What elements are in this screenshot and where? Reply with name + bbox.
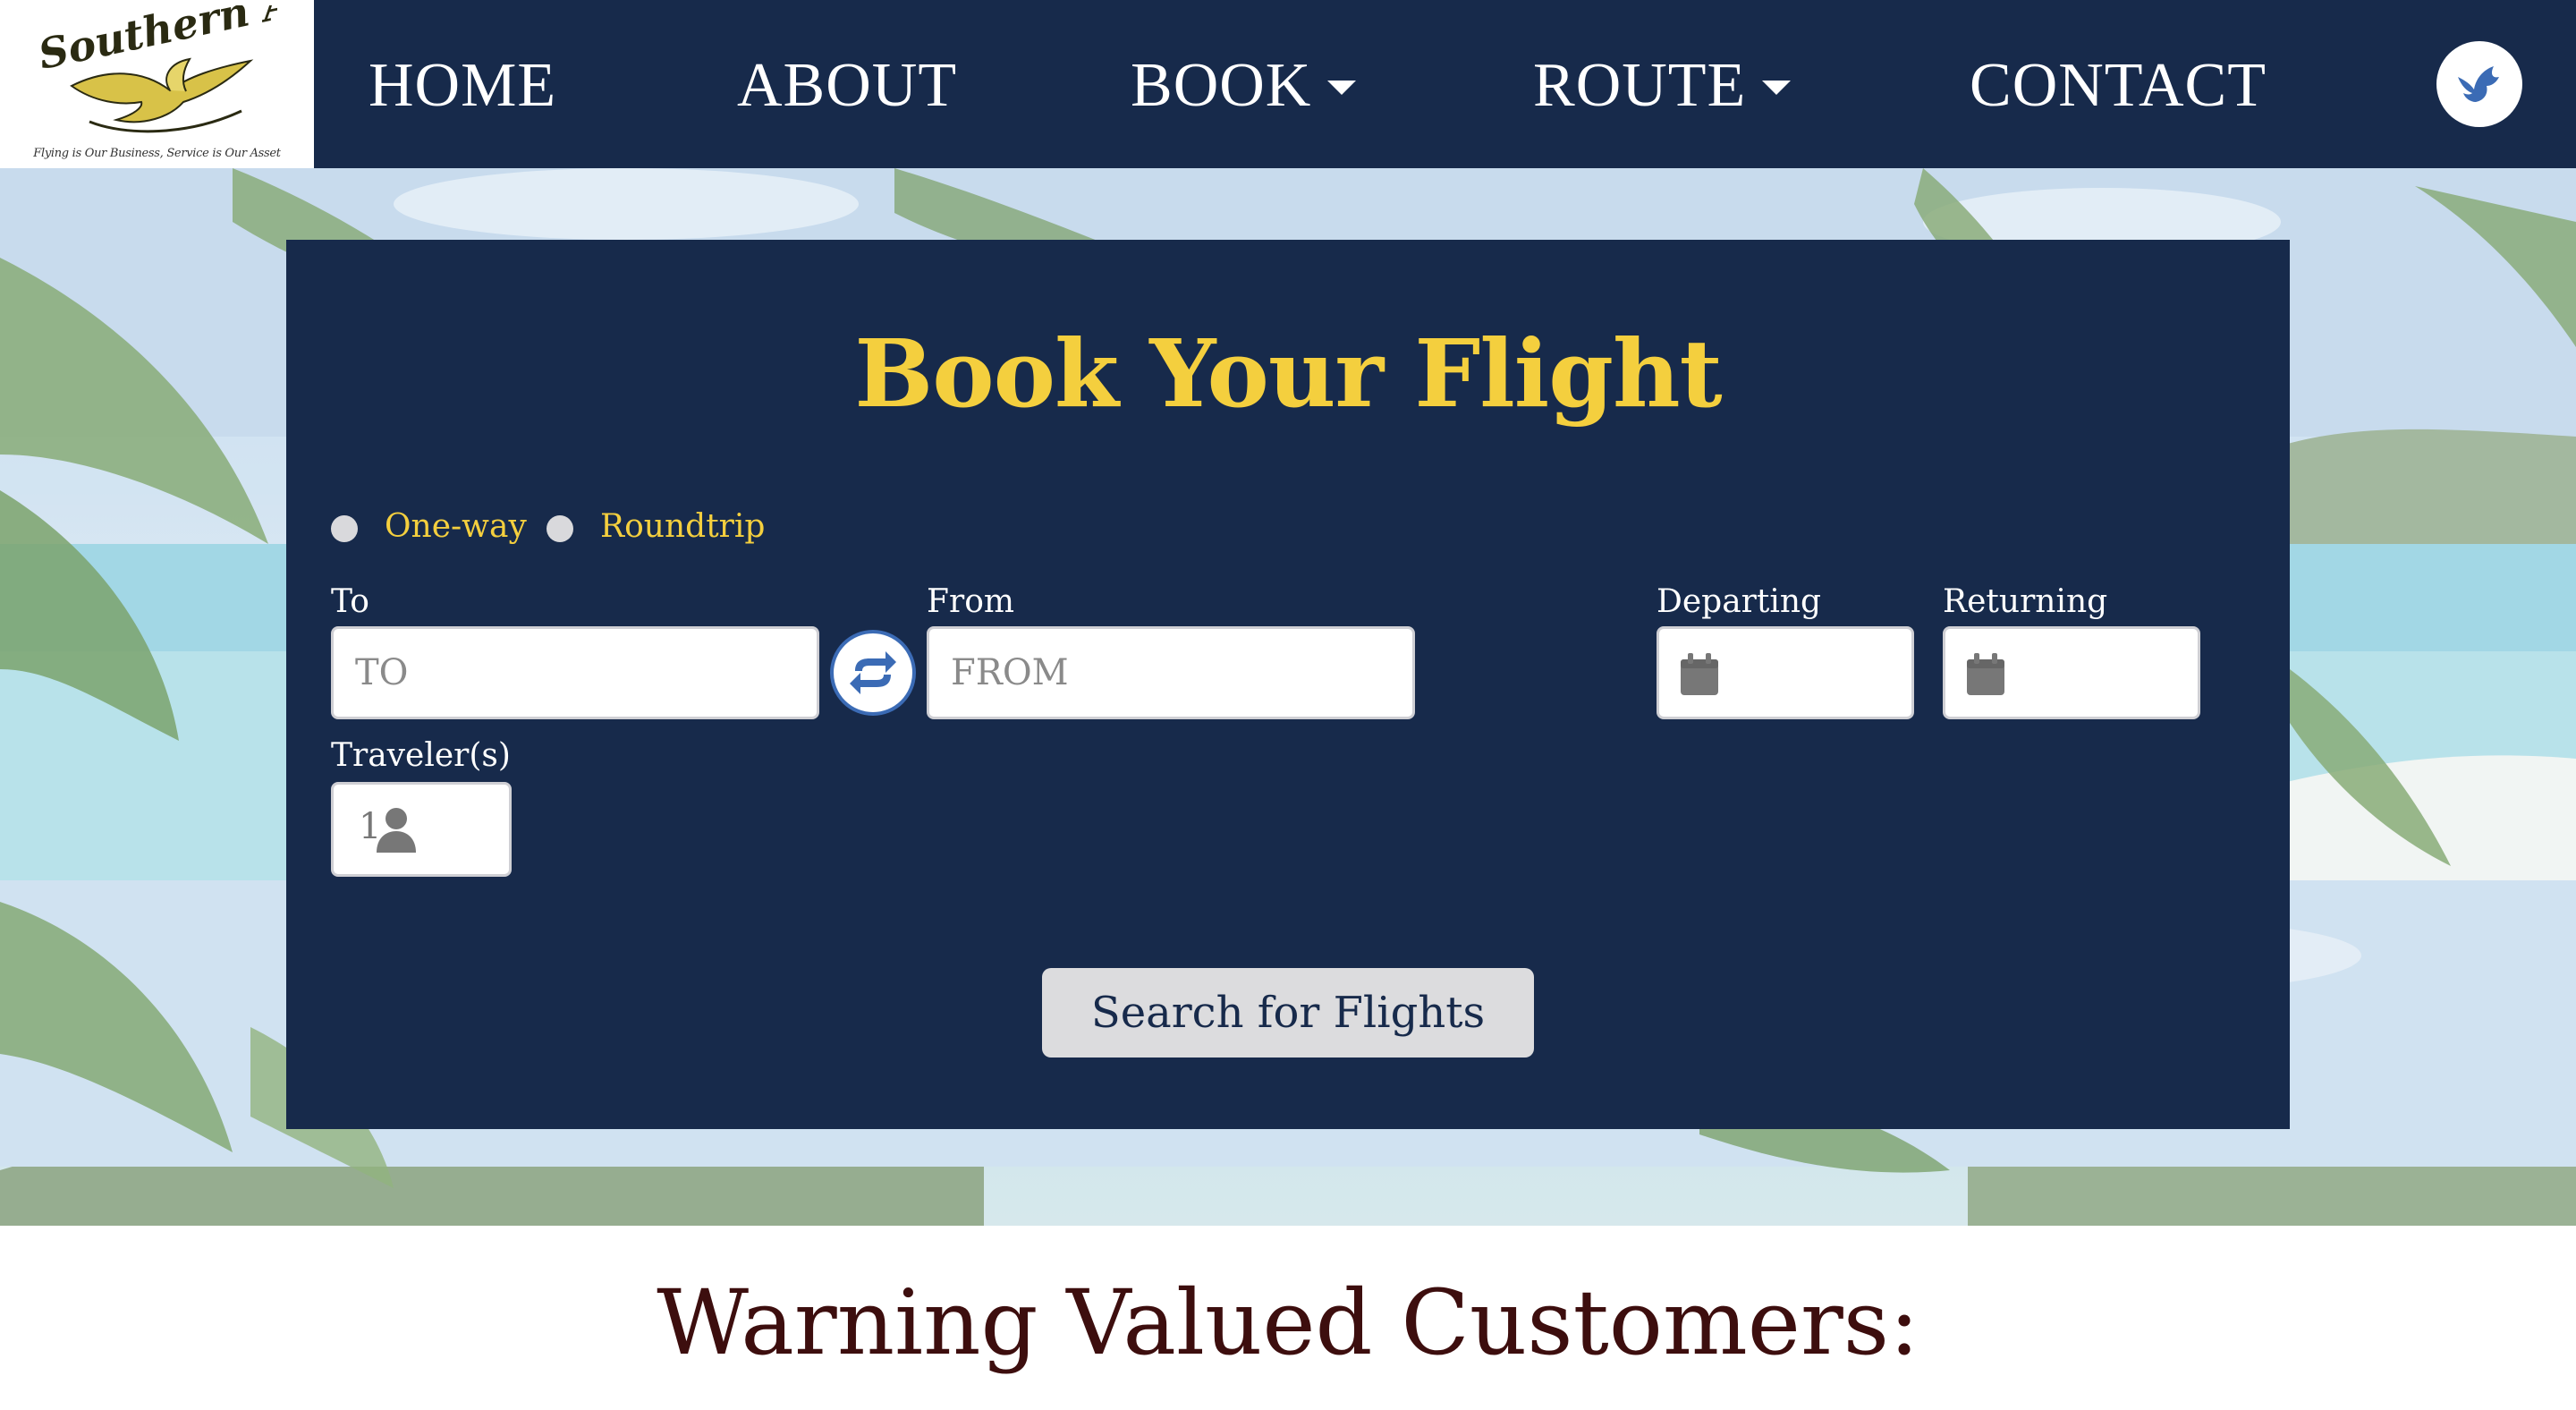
bird-icon xyxy=(2458,66,2499,102)
nav-route-label: ROUTE xyxy=(1533,51,1747,120)
returning-date-input[interactable] xyxy=(1943,626,2200,719)
top-nav: Southern Air Flying is Our Business, Ser… xyxy=(0,0,2576,168)
nav-contact-label: CONTACT xyxy=(1970,51,2267,120)
travelers-label: Traveler(s) xyxy=(331,737,511,774)
to-label: To xyxy=(331,583,369,620)
nav-route[interactable]: ROUTE xyxy=(1533,50,1792,122)
chevron-down-icon xyxy=(1762,80,1792,95)
logo-tagline: Flying is Our Business, Service is Our A… xyxy=(33,147,281,160)
logo-dove-icon: Southern Air xyxy=(36,5,277,133)
search-flights-button[interactable]: Search for Flights xyxy=(1042,968,1534,1058)
warning-heading: Warning Valued Customers: xyxy=(657,1270,1919,1375)
nav-home-label: HOME xyxy=(369,51,557,120)
departing-label: Departing xyxy=(1657,583,1822,620)
to-input[interactable] xyxy=(331,626,819,719)
nav-book[interactable]: BOOK xyxy=(1131,50,1357,122)
logo[interactable]: Southern Air Flying is Our Business, Ser… xyxy=(0,0,314,168)
nav-book-label: BOOK xyxy=(1131,51,1312,120)
social-button[interactable] xyxy=(2436,41,2522,127)
person-icon xyxy=(377,808,416,853)
radio-roundtrip[interactable] xyxy=(547,515,573,542)
returning-label: Returning xyxy=(1943,583,2108,620)
nav-about-label: ABOUT xyxy=(737,51,958,120)
swap-arrows-icon xyxy=(850,651,896,694)
radio-one-way[interactable] xyxy=(331,515,358,542)
booking-panel: Book Your Flight One-way Roundtrip To Fr… xyxy=(286,240,2290,1129)
calendar-icon xyxy=(1967,653,2004,695)
from-input[interactable] xyxy=(927,626,1415,719)
travelers-input[interactable]: 1 xyxy=(331,782,512,877)
radio-one-way-label[interactable]: One-way xyxy=(385,508,527,545)
nav-home[interactable]: HOME xyxy=(369,50,556,122)
nav-contact[interactable]: CONTACT xyxy=(1970,50,2267,122)
booking-title: Book Your Flight xyxy=(854,319,1722,429)
radio-roundtrip-label[interactable]: Roundtrip xyxy=(600,508,765,545)
swap-button[interactable] xyxy=(830,630,916,716)
chevron-down-icon xyxy=(1327,80,1357,95)
nav-about[interactable]: ABOUT xyxy=(737,50,957,122)
departing-date-input[interactable] xyxy=(1657,626,1914,719)
calendar-icon xyxy=(1681,653,1718,695)
from-label: From xyxy=(927,583,1014,620)
